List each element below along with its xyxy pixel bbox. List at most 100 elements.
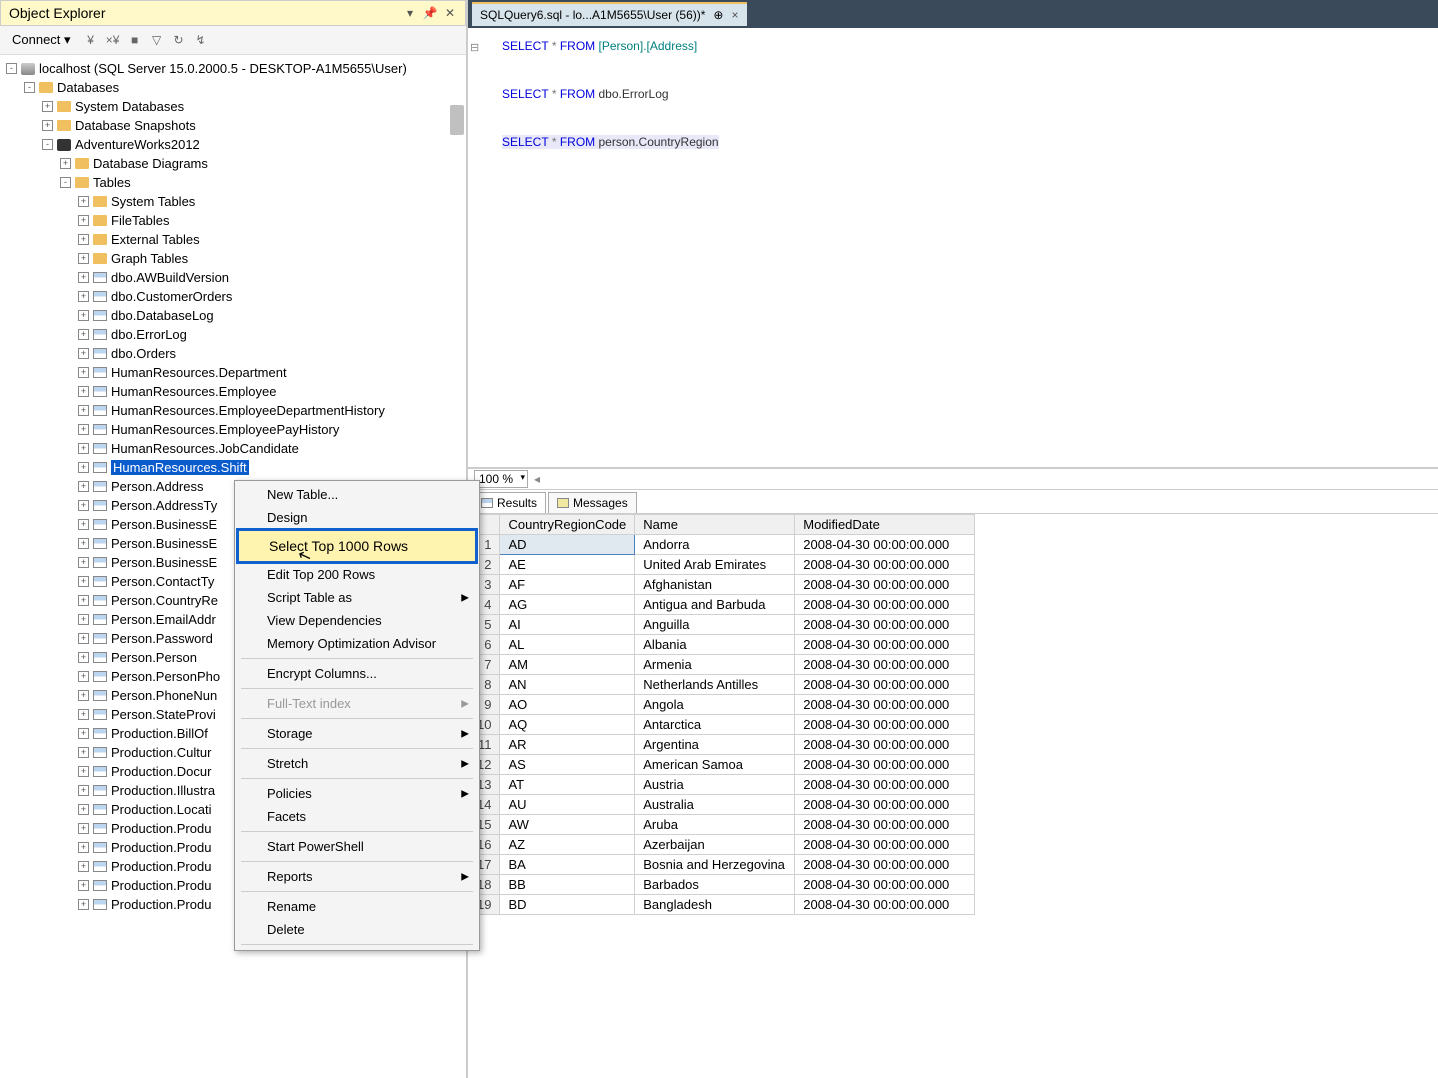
expand-icon[interactable]: + (78, 880, 89, 891)
cell[interactable]: Albania (635, 635, 795, 655)
collapse-icon[interactable]: - (24, 82, 35, 93)
expand-icon[interactable]: + (78, 443, 89, 454)
table-row[interactable]: 8ANNetherlands Antilles2008-04-30 00:00:… (469, 675, 975, 695)
cell[interactable]: AN (500, 675, 635, 695)
expand-icon[interactable]: + (42, 101, 53, 112)
expand-icon[interactable]: + (78, 823, 89, 834)
tree-node[interactable]: +HumanResources.EmployeePayHistory (0, 420, 466, 439)
collapse-icon[interactable]: - (60, 177, 71, 188)
table-row[interactable]: 1ADAndorra2008-04-30 00:00:00.000 (469, 535, 975, 555)
cell[interactable]: AE (500, 555, 635, 575)
expand-icon[interactable]: + (78, 272, 89, 283)
cell[interactable]: 2008-04-30 00:00:00.000 (795, 755, 975, 775)
expand-icon[interactable]: + (78, 329, 89, 340)
tree-node[interactable]: -localhost (SQL Server 15.0.2000.5 - DES… (0, 59, 466, 78)
filter2-icon[interactable]: ×¥ (105, 32, 121, 48)
expand-icon[interactable]: + (78, 614, 89, 625)
menu-item-reports[interactable]: Reports▶ (237, 865, 477, 888)
table-row[interactable]: 4AGAntigua and Barbuda2008-04-30 00:00:0… (469, 595, 975, 615)
table-row[interactable]: 18BBBarbados2008-04-30 00:00:00.000 (469, 875, 975, 895)
column-header[interactable]: Name (635, 515, 795, 535)
tree-node[interactable]: +Database Snapshots (0, 116, 466, 135)
stop-icon[interactable]: ■ (127, 32, 143, 48)
cell[interactable]: AU (500, 795, 635, 815)
table-row[interactable]: 3AFAfghanistan2008-04-30 00:00:00.000 (469, 575, 975, 595)
table-row[interactable]: 11ARArgentina2008-04-30 00:00:00.000 (469, 735, 975, 755)
expand-icon[interactable]: + (78, 253, 89, 264)
cell[interactable]: 2008-04-30 00:00:00.000 (795, 575, 975, 595)
menu-item-stretch[interactable]: Stretch▶ (237, 752, 477, 775)
expand-icon[interactable]: + (78, 728, 89, 739)
table-row[interactable]: 7AMArmenia2008-04-30 00:00:00.000 (469, 655, 975, 675)
table-row[interactable]: 10AQAntarctica2008-04-30 00:00:00.000 (469, 715, 975, 735)
results-grid[interactable]: CountryRegionCodeNameModifiedDate1ADAndo… (468, 514, 1438, 1078)
expand-icon[interactable]: + (60, 158, 71, 169)
cell[interactable]: AO (500, 695, 635, 715)
tree-node[interactable]: +Graph Tables (0, 249, 466, 268)
expand-icon[interactable]: + (78, 196, 89, 207)
expand-icon[interactable]: + (78, 386, 89, 397)
expand-icon[interactable]: + (78, 519, 89, 530)
cell[interactable]: 2008-04-30 00:00:00.000 (795, 555, 975, 575)
menu-item-script-table-as[interactable]: Script Table as▶ (237, 586, 477, 609)
tree-node[interactable]: +dbo.ErrorLog (0, 325, 466, 344)
menu-item-encrypt-columns[interactable]: Encrypt Columns... (237, 662, 477, 685)
table-context-menu[interactable]: New Table...DesignSelect Top 1000 RowsEd… (234, 480, 480, 951)
cell[interactable]: AT (500, 775, 635, 795)
editor-tab[interactable]: SQLQuery6.sql - lo...A1M5655\User (56))*… (472, 2, 747, 26)
menu-item-start-powershell[interactable]: Start PowerShell (237, 835, 477, 858)
expand-icon[interactable]: + (78, 367, 89, 378)
collapse-icon[interactable]: - (42, 139, 53, 150)
cell[interactable]: AF (500, 575, 635, 595)
table-row[interactable]: 14AUAustralia2008-04-30 00:00:00.000 (469, 795, 975, 815)
table-row[interactable]: 9AOAngola2008-04-30 00:00:00.000 (469, 695, 975, 715)
collapse-icon[interactable]: - (6, 63, 17, 74)
expand-icon[interactable]: + (78, 557, 89, 568)
expand-icon[interactable]: + (78, 348, 89, 359)
cell[interactable]: Aruba (635, 815, 795, 835)
table-row[interactable]: 17BABosnia and Herzegovina2008-04-30 00:… (469, 855, 975, 875)
expand-icon[interactable]: + (78, 842, 89, 853)
tree-node[interactable]: +HumanResources.Department (0, 363, 466, 382)
zoom-dropdown[interactable]: 100 % (474, 470, 528, 488)
menu-item-edit-top-200-rows[interactable]: Edit Top 200 Rows (237, 563, 477, 586)
cell[interactable]: Armenia (635, 655, 795, 675)
menu-item-select-top-1000-rows[interactable]: Select Top 1000 Rows (236, 528, 478, 564)
filter-icon[interactable]: ¥ (83, 32, 99, 48)
menu-item-rename[interactable]: Rename (237, 895, 477, 918)
expand-icon[interactable]: + (78, 405, 89, 416)
dropdown-icon[interactable]: ▾ (403, 6, 417, 20)
tree-node[interactable]: +HumanResources.Employee (0, 382, 466, 401)
table-row[interactable]: 2AEUnited Arab Emirates2008-04-30 00:00:… (469, 555, 975, 575)
cell[interactable]: Austria (635, 775, 795, 795)
expand-icon[interactable]: + (78, 766, 89, 777)
sync-icon[interactable]: ↯ (193, 32, 209, 48)
tree-node[interactable]: +dbo.Orders (0, 344, 466, 363)
tree-node[interactable]: +Database Diagrams (0, 154, 466, 173)
expand-icon[interactable]: + (78, 652, 89, 663)
pin-icon[interactable]: 📌 (423, 6, 437, 20)
cell[interactable]: AW (500, 815, 635, 835)
tree-node[interactable]: +External Tables (0, 230, 466, 249)
cell[interactable]: Barbados (635, 875, 795, 895)
menu-item-delete[interactable]: Delete (237, 918, 477, 941)
expand-icon[interactable]: + (78, 538, 89, 549)
cell[interactable]: AM (500, 655, 635, 675)
expand-icon[interactable]: + (78, 861, 89, 872)
cell[interactable]: AQ (500, 715, 635, 735)
table-row[interactable]: 16AZAzerbaijan2008-04-30 00:00:00.000 (469, 835, 975, 855)
close-tab-icon[interactable]: × (731, 8, 738, 22)
cell[interactable]: Bosnia and Herzegovina (635, 855, 795, 875)
expand-icon[interactable]: + (78, 500, 89, 511)
tree-node[interactable]: +HumanResources.EmployeeDepartmentHistor… (0, 401, 466, 420)
cell[interactable]: AZ (500, 835, 635, 855)
cell[interactable]: Andorra (635, 535, 795, 555)
expand-icon[interactable]: + (78, 633, 89, 644)
expand-icon[interactable]: + (78, 785, 89, 796)
tree-node[interactable]: +System Tables (0, 192, 466, 211)
refresh-icon[interactable]: ↻ (171, 32, 187, 48)
table-row[interactable]: 5AIAnguilla2008-04-30 00:00:00.000 (469, 615, 975, 635)
cell[interactable]: 2008-04-30 00:00:00.000 (795, 695, 975, 715)
table-row[interactable]: 6ALAlbania2008-04-30 00:00:00.000 (469, 635, 975, 655)
cell[interactable]: AS (500, 755, 635, 775)
